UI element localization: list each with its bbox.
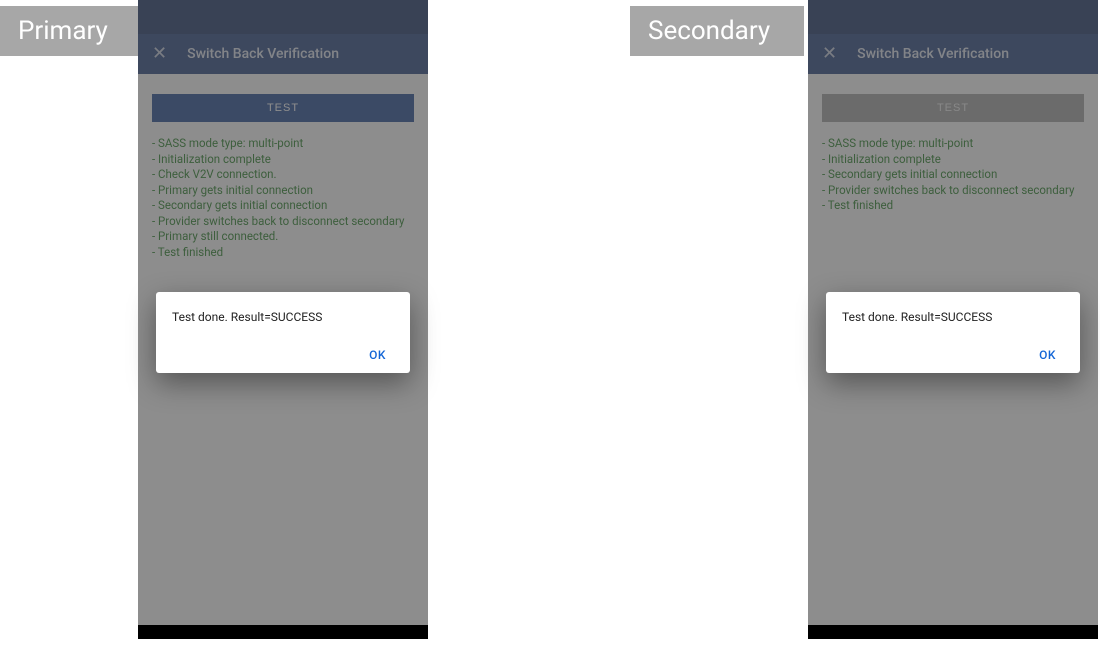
dialog-text: Test done. Result=SUCCESS — [172, 310, 394, 324]
label-primary: Primary — [0, 6, 138, 56]
nav-bar — [808, 625, 1098, 639]
dialog-text: Test done. Result=SUCCESS — [842, 310, 1064, 324]
modal-overlay: Test done. Result=SUCCESS OK — [808, 0, 1098, 639]
phone-primary: ✕ Switch Back Verification TEST - SASS m… — [138, 0, 428, 639]
dialog-ok-button[interactable]: OK — [361, 344, 394, 366]
label-secondary: Secondary — [630, 6, 804, 56]
nav-bar — [138, 625, 428, 639]
phone-secondary: ✕ Switch Back Verification TEST - SASS m… — [808, 0, 1098, 639]
modal-overlay: Test done. Result=SUCCESS OK — [138, 0, 428, 639]
result-dialog: Test done. Result=SUCCESS OK — [156, 292, 410, 373]
result-dialog: Test done. Result=SUCCESS OK — [826, 292, 1080, 373]
dialog-ok-button[interactable]: OK — [1031, 344, 1064, 366]
